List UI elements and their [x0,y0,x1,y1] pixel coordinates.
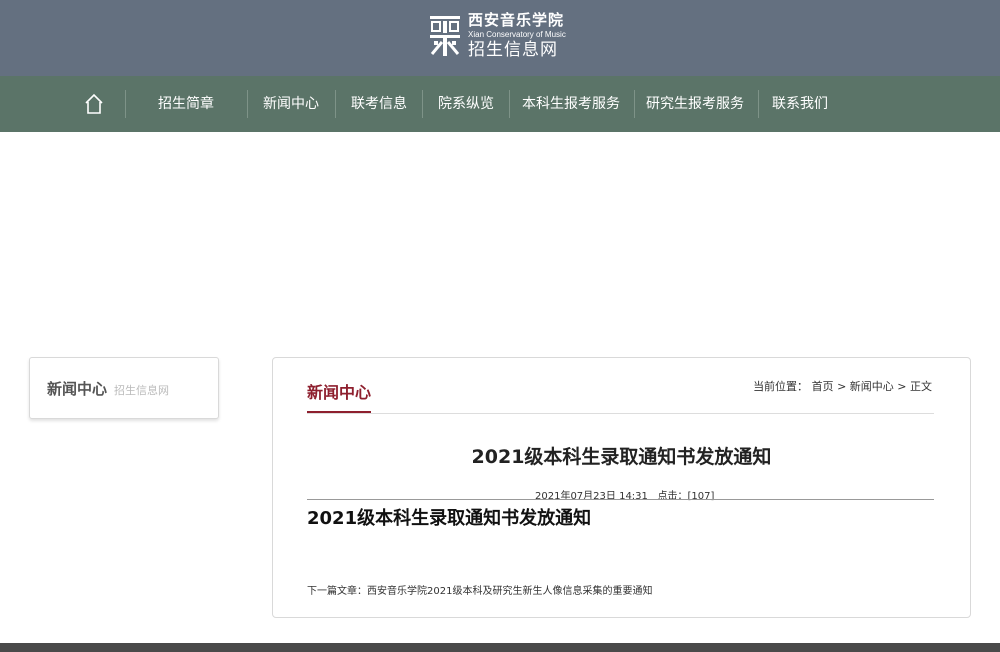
section-title: 新闻中心 [307,383,372,402]
logo-site-name: 招生信息网 [468,40,558,60]
logo-chinese-name: 西安音乐学院 [468,11,565,29]
home-icon[interactable] [84,93,104,115]
breadcrumb-news-center[interactable]: 新闻中心 [850,380,894,393]
sidebar-title: 新闻中心 [47,380,108,398]
nav-divider [634,90,635,118]
article-clicks-count: [107] [687,491,715,502]
nav-divider [335,90,336,118]
main-nav: 招生简章 新闻中心 联考信息 院系纵览 本科生报考服务 研究生报考服务 联系我们 [0,76,1000,132]
article-panel: 新闻中心 当前位置： 首页 > 新闻中心 > 正文 2021级本科生录取通知书发… [272,357,971,618]
next-article: 下一篇文章：西安音乐学院2021级本科及研究生新生人像信息采集的重要通知 [307,582,652,597]
section-title-underline [307,411,371,413]
nav-item-contact-us[interactable]: 联系我们 [763,76,837,132]
nav-item-grad-service[interactable]: 研究生报考服务 [636,76,754,132]
site-header: 西安音乐学院 Xian Conservatory of Music 招生信息网 [0,0,1000,76]
breadcrumb-separator: > [897,380,907,393]
nav-divider [125,90,126,118]
nav-item-admission-guide[interactable]: 招生简章 [145,76,227,132]
breadcrumb-home[interactable]: 首页 [812,380,834,393]
section-divider [307,413,934,414]
next-article-link[interactable]: 西安音乐学院2021级本科及研究生新生人像信息采集的重要通知 [367,586,652,597]
nav-item-undergrad-service[interactable]: 本科生报考服务 [512,76,630,132]
breadcrumb-prefix: 当前位置： [753,380,809,393]
article-divider [307,499,934,500]
nav-divider [758,90,759,118]
breadcrumb-current: 正文 [910,380,932,393]
nav-item-news-center[interactable]: 新闻中心 [254,76,328,132]
article-title: 2021级本科生录取通知书发放通知 [471,446,772,468]
article-body-heading: 2021级本科生录取通知书发放通知 [307,508,592,529]
logo-english-name: Xian Conservatory of Music [468,30,566,39]
site-logo[interactable]: 西安音乐学院 Xian Conservatory of Music 招生信息网 [428,8,566,64]
site-footer [0,643,1000,652]
nav-divider [422,90,423,118]
nav-divider [247,90,248,118]
nav-divider [509,90,510,118]
conservatory-logo-icon [430,16,460,56]
next-article-label: 下一篇文章： [307,586,367,597]
sidebar-box: 新闻中心 招生信息网 [29,357,219,419]
nav-item-joint-exam[interactable]: 联考信息 [342,76,416,132]
breadcrumb-separator: > [837,380,847,393]
sidebar-subtitle: 招生信息网 [114,384,169,397]
article-clicks-label: 点击： [657,491,688,502]
breadcrumb: 当前位置： 首页 > 新闻中心 > 正文 [753,378,932,394]
nav-item-departments[interactable]: 院系纵览 [429,76,503,132]
article-date: 2021年07月23日 14:31 [535,491,648,502]
